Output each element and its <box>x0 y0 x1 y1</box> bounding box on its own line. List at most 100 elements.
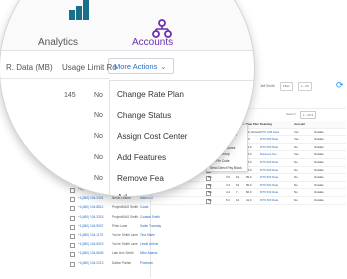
table-cell[interactable]: MTS 500 Data <box>260 189 278 196</box>
phone-number-link[interactable]: +1(480) 104-8812 <box>78 203 103 212</box>
table-row[interactable]: +1(480) 104-5519 You're Smith Lane Leslie … <box>70 240 160 249</box>
table-cell: No <box>294 182 298 187</box>
table-cell: 5.4 <box>226 197 230 202</box>
table-cell: Outside <box>314 182 324 187</box>
menu-item-remove-features[interactable]: Remove Fea <box>117 174 164 183</box>
page-select[interactable]: 1 - 20 <box>298 82 312 91</box>
nav-analytics[interactable]: Analytics <box>38 37 78 48</box>
phone-number-link[interactable]: +1(480) 104-2213 <box>78 259 103 268</box>
table-cell: Pinto Lane <box>112 223 128 228</box>
table-cell: Yes <box>294 152 299 157</box>
table-row[interactable]: +1(480) 104-8812 ProjectMAG Smith Coast <box>70 203 160 212</box>
row-checkbox[interactable] <box>70 224 75 230</box>
results-select[interactable]: 1 - 20 ▾ <box>300 111 317 119</box>
accounts-icon <box>152 19 172 38</box>
magnifier-lens: Analytics Accounts More Actions ⌄ R. Data… <box>0 0 254 196</box>
table-cell[interactable]: MTS 500 Data <box>260 197 278 204</box>
table-cell[interactable]: Tina Marie <box>140 231 155 240</box>
table-cell: No <box>294 175 298 180</box>
table-cell: Outside <box>314 197 324 202</box>
row-checkbox[interactable] <box>70 261 75 267</box>
table-row[interactable]: +1(480) 104-9937 Pinto Lane Sadie Tuesday <box>70 222 161 231</box>
menu-item-add[interactable]: Ad <box>117 193 127 196</box>
phone-number-link[interactable]: +1(480) 104-9937 <box>78 222 103 231</box>
table-cell[interactable]: MTS 500 Data <box>260 167 278 174</box>
search-label: Search <box>286 112 296 116</box>
table-cell: Dalton Parish <box>112 260 132 265</box>
row-checkbox[interactable] <box>70 215 75 221</box>
table-cell[interactable]: Coastal Smith <box>140 213 160 222</box>
table-cell: Outside <box>314 159 324 164</box>
usage-limit-value: No <box>94 92 103 99</box>
table-cell: Outside <box>314 129 324 134</box>
table-cell[interactable]: MTS 1GB Data <box>260 129 279 136</box>
table-cell[interactable]: MTS 500 Data <box>260 144 278 151</box>
table-cell: No <box>294 144 298 149</box>
table-cell: ProjectMAG Smith <box>112 214 139 219</box>
phone-number-link[interactable]: +1(480) 104-5519 <box>78 240 103 249</box>
usage-limit-value: No <box>94 133 103 140</box>
table-cell: Outside <box>314 144 324 149</box>
row-checkbox[interactable] <box>70 243 75 249</box>
header-divider <box>0 78 110 79</box>
table-row[interactable]: Nu 5.4 14 41.3 MTS 500 Data No Outside <box>150 197 346 205</box>
table-cell[interactable]: MTS 500 Data <box>260 182 278 189</box>
usage-limit-value: No <box>94 175 103 182</box>
table-cell: No <box>294 167 298 172</box>
table-cell: ProjectMAG Smith <box>112 205 139 210</box>
brand-logo-icon: ⟳ <box>336 80 344 90</box>
row-checkbox[interactable] <box>70 233 75 239</box>
table-cell: You're Smith Lane <box>112 232 138 237</box>
table-cell: You're Smith Lane <box>112 242 138 247</box>
table-cell: Nu <box>208 197 212 202</box>
table-cell: No <box>294 159 298 164</box>
table-cell: Outside <box>314 175 324 180</box>
table-cell: Outside <box>314 137 324 142</box>
filter-select[interactable]: Filter <box>280 82 293 91</box>
r-data-value: 145 <box>64 92 76 99</box>
table-cell[interactable]: Sadie Tuesday <box>140 222 161 231</box>
bg-column-header[interactable]: Account <box>294 121 305 128</box>
column-usage-limit[interactable]: Usage Limit Ro <box>62 63 117 72</box>
table-cell: Late Ann Smith <box>112 251 134 256</box>
nav-accounts[interactable]: Accounts <box>132 37 173 48</box>
phone-number-link[interactable]: +1(480) 104-3315 <box>78 213 103 222</box>
phone-number-link[interactable]: +1(480) 104-1175 <box>78 231 103 240</box>
table-cell: 41.3 <box>246 197 252 202</box>
table-cell: Yes <box>294 129 299 134</box>
table-row[interactable]: +1(480) 104-6645 Late Ann Smith Mike Adams <box>70 249 160 258</box>
table-cell[interactable]: Coast <box>140 203 148 212</box>
column-r-data[interactable]: R. Data (MB) <box>6 63 53 72</box>
username-label: Jeff Smith <box>260 84 275 88</box>
table-cell[interactable]: Leslie Arlene <box>140 240 158 249</box>
phone-number-link[interactable]: +1(480) 104-6645 <box>78 249 103 258</box>
table-cell: 14 <box>236 197 240 202</box>
usage-limit-value: No <box>94 154 103 161</box>
table-cell: Outside <box>314 190 324 195</box>
usage-limit-value: No <box>94 112 103 119</box>
table-cell[interactable]: MTS 500 Data <box>260 136 278 143</box>
menu-item-change-status[interactable]: Change Status <box>117 111 171 120</box>
analytics-icon <box>69 0 89 20</box>
menu-item-add-features[interactable]: Add Features <box>117 153 166 162</box>
table-row[interactable]: +1(480) 104-2213 Dalton Parish Pinetown <box>70 259 160 268</box>
table-cell: Outside <box>314 152 324 157</box>
menu-item-assign-cost-center[interactable]: Assign Cost Center <box>117 132 188 141</box>
table-cell[interactable]: MTS 500 Data <box>260 159 278 166</box>
table-header-zoom: R. Data (MB) Usage Limit Ro <box>0 61 117 75</box>
menu-item-change-rate-plan[interactable]: Change Rate Plan <box>117 90 184 99</box>
table-cell: Outside <box>314 167 324 172</box>
table-cell[interactable]: MTS 500 Data <box>260 174 278 181</box>
table-cell[interactable]: Business Net <box>260 151 276 158</box>
table-cell: Yes <box>294 137 299 142</box>
table-row[interactable]: +1(480) 104-1175 You're Smith Lane Tina Ma… <box>70 231 160 240</box>
row-checkbox[interactable] <box>70 206 75 212</box>
bg-column-header[interactable]: Roaming <box>260 121 272 128</box>
more-actions-button[interactable]: More Actions ⌄ <box>108 58 174 74</box>
table-cell[interactable]: Mike Adams <box>140 249 157 258</box>
table-cell[interactable]: Pinetown <box>140 259 153 268</box>
row-checkbox[interactable] <box>70 197 75 203</box>
table-row[interactable]: +1(480) 104-3315 ProjectMAG Smith Coastal … <box>70 213 160 222</box>
table-cell: No <box>294 197 298 202</box>
row-checkbox[interactable] <box>70 252 75 258</box>
